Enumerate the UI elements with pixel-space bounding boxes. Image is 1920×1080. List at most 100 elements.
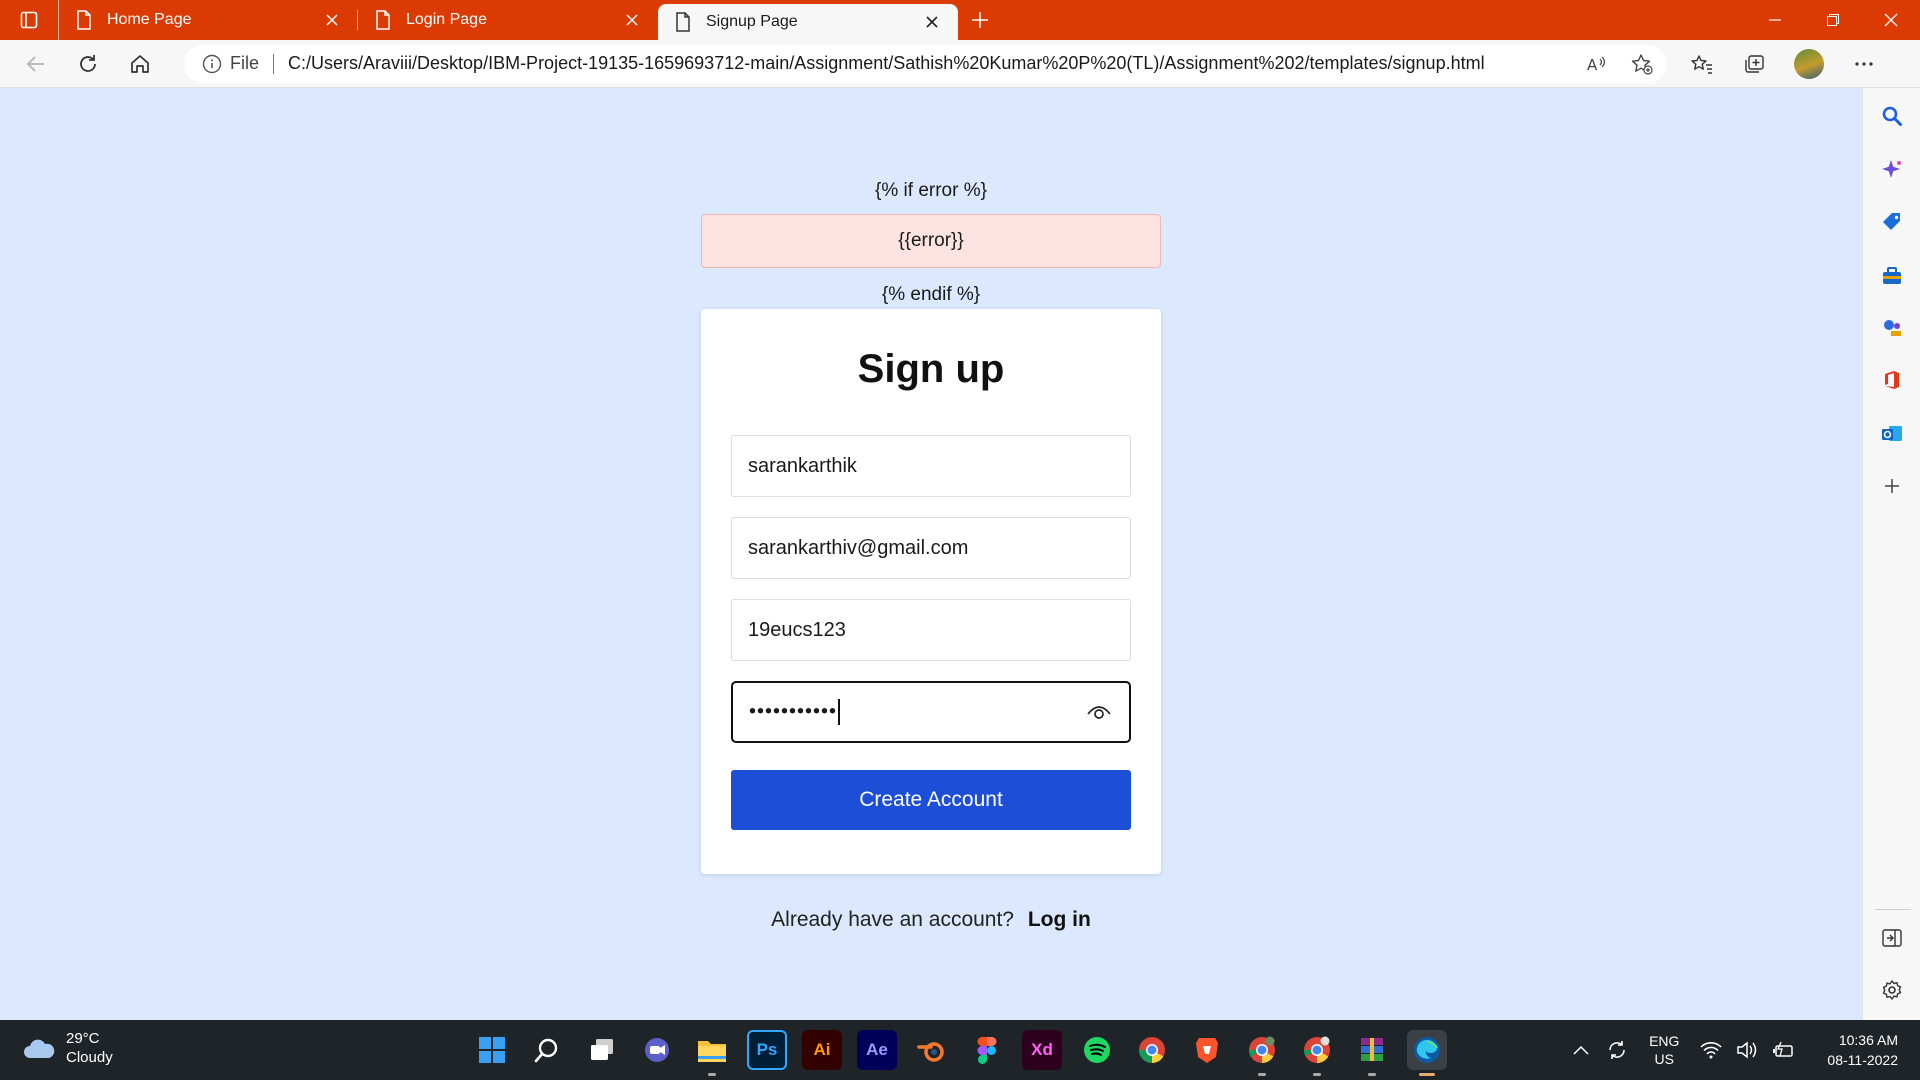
restore-icon: [1827, 14, 1839, 26]
read-aloud-icon[interactable]: A: [1584, 52, 1608, 76]
tools-icon[interactable]: [1880, 264, 1904, 288]
brave-icon[interactable]: [1187, 1030, 1227, 1070]
search-icon[interactable]: [527, 1030, 567, 1070]
chevron-up-icon[interactable]: [1569, 1038, 1593, 1062]
email-value: sarankarthiv@gmail.com: [748, 536, 969, 559]
window-controls: [1746, 0, 1920, 40]
info-icon[interactable]: [202, 54, 222, 74]
refresh-button[interactable]: [62, 40, 114, 88]
favorites-icon: [1691, 54, 1712, 74]
signup-card: Sign up sarankarthik sarankarthiv@gmail.…: [701, 309, 1161, 874]
wifi-icon[interactable]: [1699, 1038, 1723, 1062]
address-divider: [273, 53, 275, 74]
add-favorite-icon[interactable]: [1630, 52, 1654, 76]
tab-title: Login Page: [406, 11, 487, 28]
photoshop-icon[interactable]: Ps: [747, 1030, 787, 1070]
password-field[interactable]: •••••••••••: [731, 681, 1131, 743]
roll-number-field[interactable]: 19eucs123: [731, 599, 1131, 661]
cloud-icon: [24, 1039, 55, 1058]
add-icon[interactable]: [1880, 474, 1904, 498]
profile-avatar[interactable]: [1794, 48, 1824, 79]
create-account-button[interactable]: Create Account: [731, 770, 1131, 830]
outlook-icon[interactable]: [1880, 422, 1904, 446]
tab-login-page[interactable]: Login Page: [358, 0, 658, 40]
xd-icon[interactable]: Xd: [1022, 1030, 1062, 1070]
restore-button[interactable]: [1804, 0, 1862, 40]
after-effects-icon[interactable]: Ae: [857, 1030, 897, 1070]
tab-home-page[interactable]: Home Page: [58, 0, 358, 40]
username-field[interactable]: sarankarthik: [731, 435, 1131, 497]
roll-number-value: 19eucs123: [748, 618, 846, 641]
shopping-tag-icon[interactable]: [1880, 210, 1904, 234]
address-bar[interactable]: File C:/Users/Araviii/Desktop/IBM-Projec…: [184, 44, 1666, 83]
page-icon: [676, 12, 690, 32]
home-icon: [131, 54, 149, 73]
language-indicator[interactable]: ENG US: [1649, 1032, 1679, 1068]
home-button[interactable]: [114, 40, 166, 88]
office-icon[interactable]: [1880, 368, 1904, 392]
chrome-icon[interactable]: [1132, 1030, 1172, 1070]
tab-actions-icon: [20, 11, 38, 29]
favorites-button[interactable]: [1676, 40, 1728, 88]
username-value: sarankarthik: [748, 454, 857, 477]
page-icon: [77, 10, 91, 30]
edge-sidebar: [1862, 88, 1920, 1020]
back-arrow-icon: [26, 55, 44, 72]
omnibox-actions: A: [1584, 52, 1666, 76]
weather-temp: 29°C: [66, 1030, 100, 1047]
start-icon[interactable]: [472, 1030, 512, 1070]
login-prompt: Already have an account? Log in: [0, 908, 1862, 932]
copilot-icon[interactable]: [1880, 158, 1904, 182]
weather-condition: Cloudy: [66, 1049, 113, 1066]
file-explorer-icon[interactable]: [692, 1030, 732, 1076]
page-icon: [376, 10, 390, 30]
minimize-button[interactable]: [1746, 0, 1804, 40]
clock-time: 10:36 AM: [1838, 1032, 1898, 1048]
password-value: •••••••••••: [749, 699, 1085, 725]
chrome-profile-icon[interactable]: [1242, 1030, 1282, 1076]
tab-signup-page[interactable]: Signup Page: [658, 4, 958, 40]
chrome-profile-2-icon[interactable]: [1297, 1030, 1337, 1076]
url-text[interactable]: C:/Users/Araviii/Desktop/IBM-Project-191…: [288, 53, 1584, 74]
illustrator-icon[interactable]: Ai: [802, 1030, 842, 1070]
volume-icon[interactable]: [1735, 1038, 1759, 1062]
spotify-icon[interactable]: [1077, 1030, 1117, 1070]
show-password-icon[interactable]: [1085, 698, 1113, 726]
games-icon[interactable]: [1880, 316, 1904, 340]
chat-icon[interactable]: [637, 1030, 677, 1070]
close-icon[interactable]: [918, 8, 946, 36]
figma-icon[interactable]: [967, 1030, 1007, 1070]
tab-actions-button[interactable]: [0, 0, 58, 40]
text-caret: [838, 699, 841, 725]
error-message: {{error}}: [701, 214, 1161, 268]
tab-strip: Home Page Login Page Signup Page: [0, 0, 1920, 40]
winrar-icon[interactable]: [1352, 1030, 1392, 1076]
scheme-label: File: [230, 53, 260, 73]
collections-button[interactable]: [1728, 40, 1780, 88]
system-tray: ENG US 10:36 AM 08-11-2022: [1563, 1020, 1920, 1080]
refresh-icon: [80, 54, 96, 72]
back-button[interactable]: [10, 40, 62, 88]
more-menu-button[interactable]: [1838, 40, 1890, 88]
close-icon[interactable]: [618, 6, 646, 34]
new-tab-button[interactable]: [958, 0, 1002, 40]
edge-icon[interactable]: [1407, 1030, 1447, 1076]
battery-icon[interactable]: [1771, 1038, 1795, 1062]
task-view-icon[interactable]: [582, 1030, 622, 1070]
page-content: {% if error %} {{error}} {% endif %} Sig…: [0, 88, 1862, 1020]
hide-sidebar-icon[interactable]: [1880, 926, 1904, 950]
search-icon[interactable]: [1880, 104, 1904, 128]
weather-widget[interactable]: 29°C Cloudy: [22, 1030, 113, 1068]
settings-icon[interactable]: [1880, 978, 1904, 1002]
email-field[interactable]: sarankarthiv@gmail.com: [731, 517, 1131, 579]
system-clock[interactable]: 10:36 AM 08-11-2022: [1827, 1030, 1898, 1070]
login-prompt-text: Already have an account?: [771, 908, 1014, 931]
blender-icon[interactable]: [912, 1030, 952, 1070]
login-link[interactable]: Log in: [1028, 908, 1091, 931]
password-masked: •••••••••••: [749, 700, 838, 723]
toolbar-right: [1676, 40, 1890, 88]
close-icon[interactable]: [318, 6, 346, 34]
sync-icon[interactable]: [1605, 1038, 1629, 1062]
close-window-button[interactable]: [1862, 0, 1920, 40]
windows-taskbar: 29°C Cloudy Ps Ai Ae Xd ENG US 10:36 AM …: [0, 1020, 1920, 1080]
